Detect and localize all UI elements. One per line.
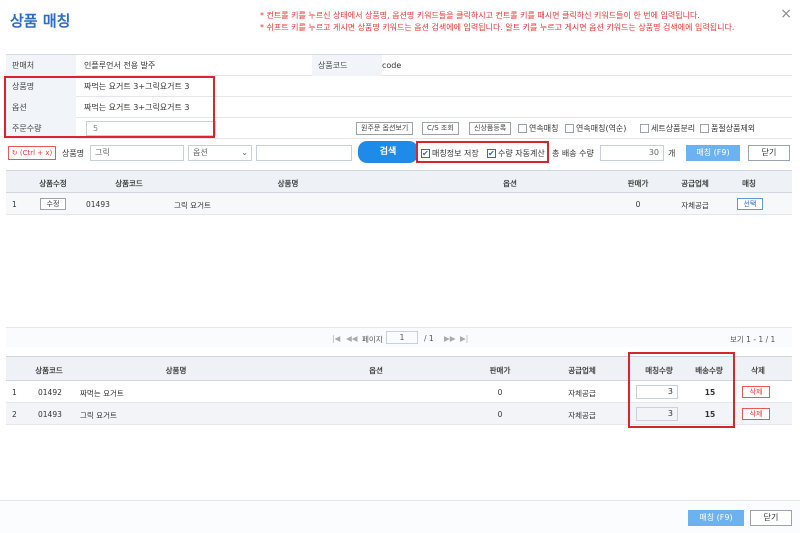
pager: |◀ ◀◀ 페이지 1 / 1 ▶▶ ▶| 보기 1 - 1 / 1 [6,327,792,347]
checkbox-icon [565,124,574,133]
first-page-icon[interactable]: |◀ [332,334,340,343]
product-code-label: 상품코드 [312,55,382,76]
new-product-button[interactable]: 신상품등록 [469,122,512,135]
close-button-footer[interactable]: 닫기 [750,510,792,526]
col-code: 상품코드 [115,179,143,188]
cs-lookup-button[interactable]: C/S 조회 [422,122,459,135]
match-button-footer[interactable]: 매칭 (F9) [688,510,744,526]
search-button[interactable]: 검색 [358,141,418,163]
table-row[interactable]: 2 01493 그릭 요거트 0 자체공급 3 15 삭제 [6,403,792,425]
match-qty-input[interactable]: 3 [636,385,678,399]
close-button-top[interactable]: 닫기 [748,145,790,161]
col-delete: 삭제 [751,366,765,375]
save-match-checkbox[interactable]: 매칭정보 저장 [421,147,479,160]
checkbox-icon [700,124,709,133]
col-code: 상품코드 [35,366,63,375]
clear-button[interactable]: ↻ (Ctrl + x) [8,146,56,160]
col-ship-qty: 배송수량 [695,366,723,375]
order-qty-label: 주문수량 [6,118,76,139]
product-search-grid: 상품수정 상품코드 상품명 옵션 판매가 공급업체 매칭 1 수정 01493 … [6,170,792,347]
set-split-checkbox[interactable]: 세트상품분리 [640,122,695,135]
unit-label: 개 [668,149,676,158]
page-input[interactable]: 1 [386,331,418,344]
delete-button[interactable]: 삭제 [742,408,770,420]
record-summary: 보기 1 - 1 / 1 [730,335,776,344]
col-option: 옵션 [503,179,517,188]
matched-products-grid: 상품코드 상품명 옵션 판매가 공급업체 매칭수량 배송수량 삭제 1 0149… [6,356,792,426]
page-label: 페이지 [362,335,383,344]
option-value[interactable]: 짜먹는 요거트 3+그릭요거트 3 [84,97,189,118]
auto-qty-checkbox[interactable]: 수량 자동계산 [487,147,545,160]
match-qty-input[interactable]: 3 [636,407,678,421]
order-qty-input[interactable]: 5 [86,121,216,136]
grid-header: 상품코드 상품명 옵션 판매가 공급업체 매칭수량 배송수량 삭제 [6,357,792,381]
checkbox-checked-icon [487,147,496,160]
option-label: 옵션 [6,97,76,118]
col-name: 상품명 [165,366,187,375]
edit-button[interactable]: 수정 [40,198,66,210]
checkbox-icon [640,124,649,133]
option-row: 옵션 짜먹는 요거트 3+그릭요거트 3 [6,97,792,118]
table-row[interactable]: 1 01492 짜먹는 요거트 0 자체공급 3 15 삭제 [6,381,792,403]
col-name: 상품명 [277,179,299,188]
total-qty-label: 총 배송 수량 [552,149,594,158]
prev-page-icon[interactable]: ◀◀ [346,334,358,343]
checkbox-icon [518,124,527,133]
exclude-soldout-checkbox[interactable]: 품절상품제외 [700,122,755,135]
continuous-reverse-checkbox[interactable]: 연속매칭(역순) [565,122,626,135]
table-row[interactable]: 1 수정 01493 그릭 요거트 0 자체공급 선택 [6,193,792,215]
total-qty-input[interactable]: 30 [600,145,664,161]
seller-label: 판매처 [6,55,76,76]
col-supplier: 공급업체 [568,366,596,375]
chevron-down-icon: ⌄ [241,148,248,157]
match-button-top[interactable]: 매칭 (F9) [686,145,740,161]
col-match-qty: 매칭수량 [645,366,673,375]
search-option-select[interactable]: 옵션 ⌄ [188,145,252,161]
refresh-icon: ↻ [11,149,18,157]
product-code-value: code [382,61,402,70]
order-info-table: 판매처 인플루언서 전용 발주 상품코드 code 상품명 짜먹는 요거트 3+… [6,54,792,139]
search-product-name-label: 상품명 [62,149,85,158]
col-option: 옵션 [369,366,383,375]
product-name-label: 상품명 [6,76,76,97]
footer-bar [0,500,800,533]
notice-line-2: * 쉬프트 키를 누르고 게시면 상품명 키워드는 옵션 검색에에 입력됩니다.… [260,23,735,32]
continuous-match-checkbox[interactable]: 연속매칭 [518,122,558,135]
next-page-icon[interactable]: ▶▶ [444,334,456,343]
search-option-text-input[interactable] [256,145,352,161]
page-total: / 1 [424,334,434,343]
close-icon[interactable]: × [780,6,792,22]
seller-value: 인플루언서 전용 발주 [84,61,156,70]
col-match: 매칭 [742,179,756,188]
order-qty-row: 주문수량 5 원주문 옵션보기 C/S 조회 신상품등록 연속매칭 연속매칭(역… [6,118,792,139]
search-product-name-input[interactable]: 그릭 [90,145,184,161]
last-page-icon[interactable]: ▶| [460,334,468,343]
col-price: 판매가 [627,179,649,188]
view-original-option-button[interactable]: 원주문 옵션보기 [356,122,414,135]
product-name-value[interactable]: 짜먹는 요거트 3+그릭요거트 3 [84,76,189,97]
col-edit: 상품수정 [39,179,67,188]
seller-row: 판매처 인플루언서 전용 발주 상품코드 code [6,55,792,76]
select-button[interactable]: 선택 [737,198,763,210]
dialog-title: 상품 매칭 [10,12,71,30]
grid-header: 상품수정 상품코드 상품명 옵션 판매가 공급업체 매칭 [6,171,792,193]
product-name-row: 상품명 짜먹는 요거트 3+그릭요거트 3 [6,76,792,97]
col-price: 판매가 [489,366,511,375]
checkbox-checked-icon [421,147,430,160]
delete-button[interactable]: 삭제 [742,386,770,398]
col-supplier: 공급업체 [681,179,709,188]
notice-line-1: * 컨트롤 키를 누르신 상태에서 상품명, 옵션명 키워드들을 클릭하시고 컨… [260,11,700,20]
